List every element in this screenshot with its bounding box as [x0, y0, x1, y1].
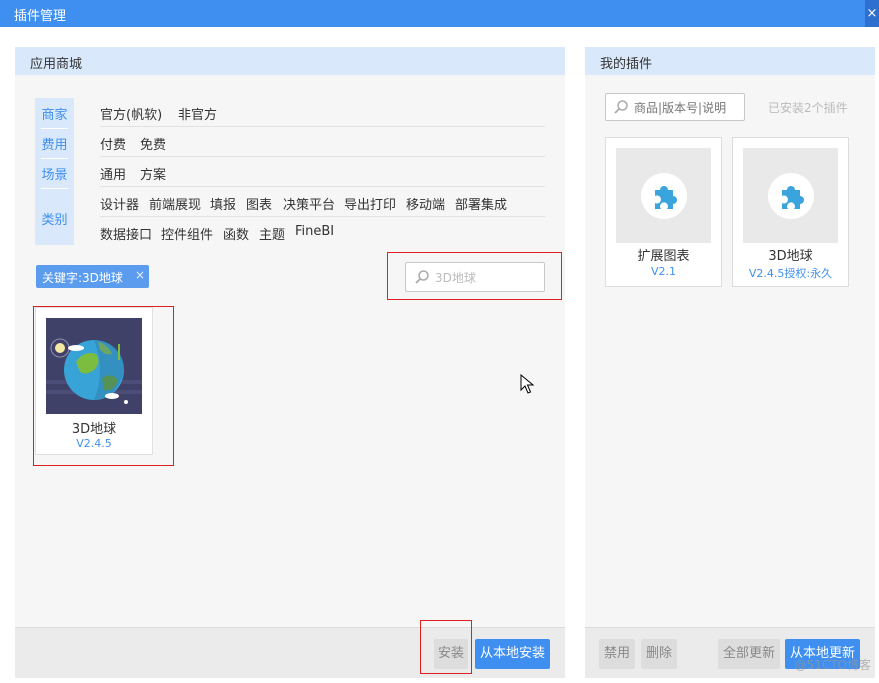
filter-option[interactable]: 部署集成	[455, 194, 507, 213]
filter-option[interactable]: FineBI	[295, 224, 334, 239]
filter-option[interactable]: 前端展现	[149, 194, 201, 213]
plugin-icon-circle	[641, 173, 687, 219]
filter-option[interactable]: 填报	[210, 194, 236, 213]
filter-option[interactable]: 控件组件	[161, 224, 213, 243]
keyword-tag: 关键字:3D地球 ×	[36, 265, 149, 288]
filter-option[interactable]: 函数	[223, 224, 249, 243]
plugin-card[interactable]: 3D地球 V2.4.5授权:永久	[732, 137, 849, 287]
filter-row-category-1: 设计器 前端展现 填报 图表 决策平台 导出打印 移动端 部署集成	[100, 187, 545, 217]
installed-count: 已安装2个插件	[768, 101, 848, 115]
my-plugins-header: 我的插件	[585, 47, 875, 75]
window-titlebar: 插件管理 ×	[0, 0, 879, 27]
my-plugins-panel: 我的插件 已安装2个插件 扩展图表 V2.1 3D地球 V	[585, 47, 875, 678]
filter-label-fee: 费用	[41, 138, 68, 153]
divider	[41, 188, 68, 189]
filter-option[interactable]: 方案	[140, 164, 166, 183]
filter-label-category: 类别	[41, 213, 68, 228]
keyword-tag-label: 关键字:3D地球	[42, 271, 123, 285]
plugin-name: 扩展图表	[637, 249, 690, 264]
highlight-box-install	[420, 620, 472, 674]
mouse-cursor-icon	[520, 374, 534, 394]
plugin-version: V2.4.5授权:永久	[748, 267, 833, 280]
close-icon[interactable]: ×	[135, 268, 145, 282]
filter-option[interactable]: 数据接口	[100, 224, 152, 243]
filter-row-category-2: 数据接口 控件组件 函数 主题 FineBI	[100, 217, 545, 247]
divider	[41, 158, 68, 159]
my-plugins-search-box	[605, 93, 745, 121]
store-footer: 安装 从本地安装	[15, 627, 565, 678]
filter-labels: 商家 费用 场景 类别	[35, 98, 74, 245]
filter-option[interactable]: 非官方	[178, 104, 217, 123]
puzzle-icon	[782, 186, 804, 209]
filter-option[interactable]: 决策平台	[283, 194, 335, 213]
divider	[41, 128, 68, 129]
filter-option[interactable]: 导出打印	[344, 194, 396, 213]
filter-row-fee: 付费 免费	[100, 127, 545, 157]
delete-button[interactable]: 删除	[641, 639, 677, 669]
plugin-name: 3D地球	[768, 249, 813, 264]
highlight-box-search	[387, 252, 562, 300]
filter-option[interactable]: 通用	[100, 164, 126, 183]
filter-option[interactable]: 官方(帆软)	[100, 104, 162, 123]
plugin-icon-circle	[768, 173, 814, 219]
filter-option[interactable]: 图表	[246, 194, 272, 213]
my-plugins-search-input[interactable]	[634, 99, 742, 116]
install-local-button[interactable]: 从本地安装	[475, 639, 550, 669]
watermark: @51CTO博客	[794, 658, 871, 672]
filter-label-vendor: 商家	[41, 108, 68, 123]
disable-button[interactable]: 禁用	[599, 639, 635, 669]
update-all-button[interactable]: 全部更新	[718, 639, 780, 669]
plugin-version: V2.1	[650, 265, 677, 278]
filter-option[interactable]: 主题	[259, 224, 285, 243]
highlight-box-result	[33, 306, 174, 466]
filter-option[interactable]: 移动端	[406, 194, 445, 213]
close-icon[interactable]: ×	[865, 0, 879, 27]
app-store-header: 应用商城	[15, 47, 565, 75]
search-icon	[614, 100, 628, 114]
filter-row-scene: 通用 方案	[100, 157, 545, 187]
window-title: 插件管理	[14, 9, 67, 24]
filter-option[interactable]: 付费	[100, 134, 126, 153]
filter-option[interactable]: 设计器	[100, 194, 139, 213]
puzzle-icon	[655, 186, 677, 209]
plugin-card[interactable]: 扩展图表 V2.1	[605, 137, 722, 287]
plugin-thumbnail	[616, 148, 711, 243]
plugin-thumbnail	[743, 148, 838, 243]
filter-label-scene: 场景	[41, 168, 68, 183]
filter-row-vendor: 官方(帆软) 非官方	[100, 97, 545, 127]
filter-option[interactable]: 免费	[140, 134, 166, 153]
